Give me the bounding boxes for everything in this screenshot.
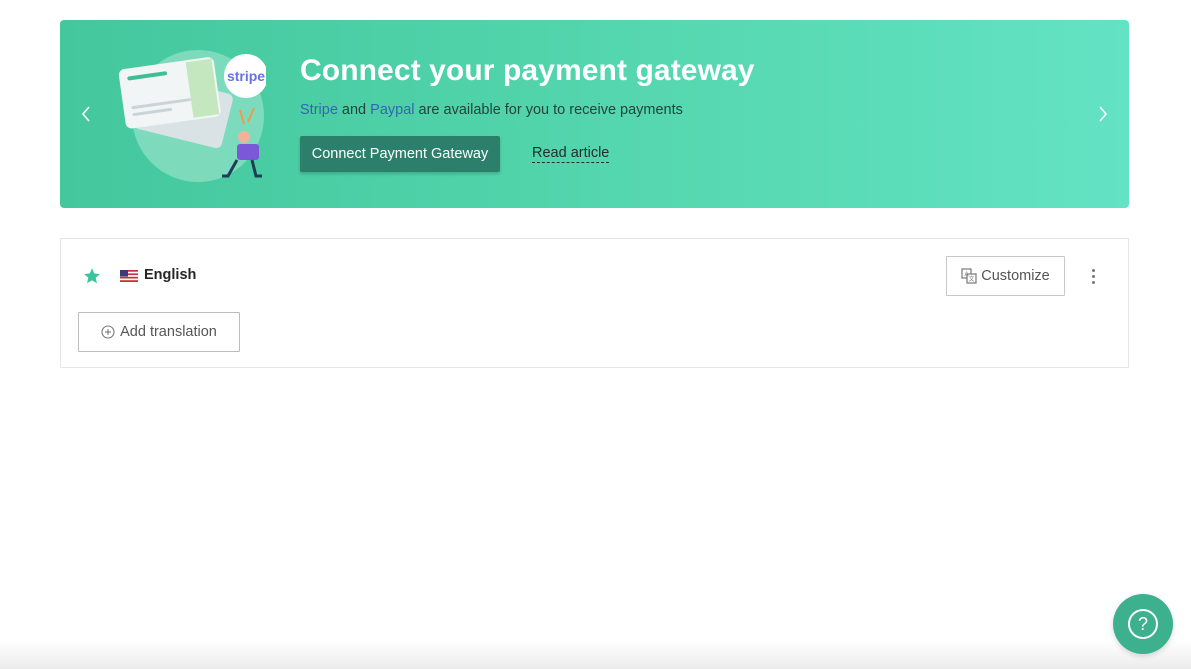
question-icon: ? (1128, 609, 1158, 639)
customize-label: Customize (981, 268, 1050, 284)
help-button[interactable]: ? (1113, 594, 1173, 654)
kebab-dot (1091, 268, 1095, 272)
chevron-right-icon (1099, 106, 1108, 122)
kebab-dot (1091, 274, 1095, 278)
subtitle-and: and (341, 102, 367, 118)
payment-cards-illustration: stripe (118, 50, 266, 182)
carousel-next-button[interactable] (1091, 100, 1115, 128)
banner-subtitle: Stripe and Paypal are available for you … (300, 102, 683, 118)
language-name: English (144, 267, 197, 283)
plus-circle-icon (101, 325, 115, 339)
chevron-left-icon (81, 106, 90, 122)
connect-payment-gateway-button[interactable]: Connect Payment Gateway (300, 136, 500, 172)
read-article-link[interactable]: Read article (532, 145, 610, 163)
default-star-icon[interactable] (83, 267, 101, 285)
banner-title: Connect your payment gateway (300, 54, 755, 87)
us-flag-icon (120, 270, 138, 282)
svg-text:文: 文 (969, 275, 975, 283)
add-translation-label: Add translation (120, 324, 217, 340)
carousel-prev-button[interactable] (74, 100, 98, 128)
translate-icon: A 文 (961, 268, 977, 284)
stripe-badge-text: stripe (227, 68, 265, 84)
language-card: English A 文 Customize Add translation (60, 238, 1129, 368)
page: stripe Connect your payment gateway Stri… (0, 0, 1191, 669)
stripe-link[interactable]: Stripe (300, 102, 338, 118)
bottom-fade (0, 640, 1191, 669)
subtitle-rest: are available for you to receive payment… (418, 102, 683, 118)
add-translation-button[interactable]: Add translation (78, 312, 240, 352)
kebab-dot (1091, 280, 1095, 284)
more-options-button[interactable] (1086, 266, 1100, 286)
payment-gateway-banner: stripe Connect your payment gateway Stri… (60, 20, 1129, 208)
customize-button[interactable]: A 文 Customize (946, 256, 1065, 296)
paypal-link[interactable]: Paypal (370, 102, 414, 118)
